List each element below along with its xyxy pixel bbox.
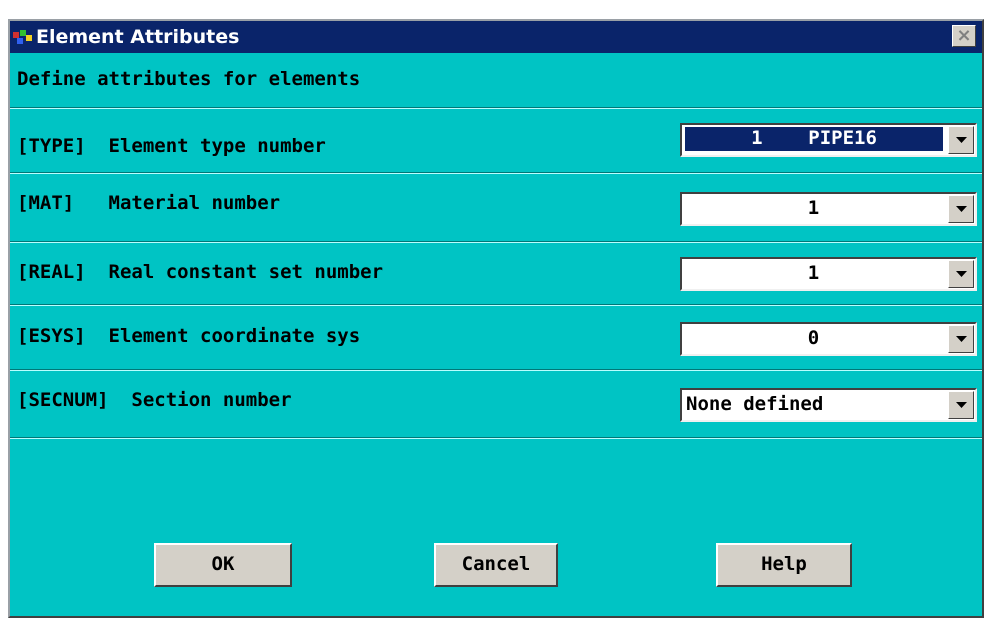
divider	[10, 304, 982, 306]
real-constant-value: 1	[807, 262, 820, 284]
material-number-value: 1	[807, 197, 820, 219]
secnum-label: [SECNUM] Section number	[17, 389, 292, 411]
divider	[10, 172, 982, 174]
cancel-button[interactable]: Cancel	[434, 543, 558, 587]
element-type-value: 1 PIPE16	[684, 126, 944, 152]
section-number-value: None defined	[686, 393, 824, 415]
real-label: [REAL] Real constant set number	[17, 261, 384, 283]
chevron-down-icon	[956, 336, 967, 342]
type-label: [TYPE] Element type number	[17, 135, 326, 157]
section-number-dropdown-button[interactable]	[948, 391, 974, 419]
title-bar[interactable]: Element Attributes ×	[10, 21, 982, 53]
real-constant-dropdown-button[interactable]	[948, 260, 974, 288]
close-icon: ×	[956, 25, 972, 46]
chevron-down-icon	[956, 271, 967, 277]
element-coordinate-select[interactable]: 0	[680, 322, 977, 356]
element-type-select[interactable]: 1 PIPE16	[680, 123, 977, 157]
mat-label: [MAT] Material number	[17, 192, 281, 214]
real-constant-select[interactable]: 1	[680, 257, 977, 291]
material-dropdown-button[interactable]	[948, 195, 974, 223]
element-type-dropdown-button[interactable]	[948, 126, 974, 154]
app-icon	[13, 30, 32, 44]
chevron-down-icon	[956, 137, 967, 143]
section-number-select[interactable]: None defined	[680, 388, 977, 422]
esys-label: [ESYS] Element coordinate sys	[17, 325, 361, 347]
element-attributes-dialog: Element Attributes × Define attributes f…	[8, 19, 984, 618]
window-title: Element Attributes	[36, 26, 240, 48]
divider	[10, 437, 982, 439]
help-button[interactable]: Help	[716, 543, 852, 587]
chevron-down-icon	[956, 402, 967, 408]
ok-button[interactable]: OK	[154, 543, 292, 587]
close-button[interactable]: ×	[952, 25, 976, 47]
divider	[10, 107, 982, 109]
material-number-select[interactable]: 1	[680, 192, 977, 226]
divider	[10, 369, 982, 371]
divider	[10, 241, 982, 243]
element-coordinate-dropdown-button[interactable]	[948, 325, 974, 353]
element-coordinate-value: 0	[807, 327, 820, 349]
dialog-description: Define attributes for elements	[17, 68, 361, 90]
chevron-down-icon	[956, 206, 967, 212]
